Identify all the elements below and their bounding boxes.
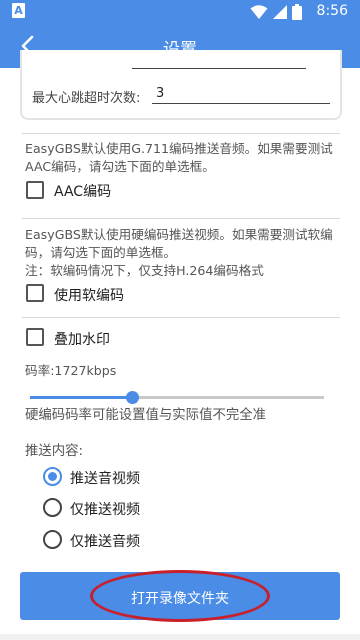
nav-edge [0,634,360,640]
bitrate-hint: 硬编码码率可能设置值与实际值不完全准 [25,408,267,423]
watermark-checkbox[interactable] [26,328,44,346]
radio-push-video-only-label[interactable]: 仅推送视频 [70,499,140,519]
notification-icon: A [12,3,25,18]
status-bar: A 8:56 [0,0,360,24]
heartbeat-timeout-input[interactable] [152,84,330,104]
open-recording-folder-label: 打开录像文件夹 [131,590,229,606]
status-time: 8:56 [316,3,348,19]
watermark-checkbox-label[interactable]: 叠加水印 [54,329,110,349]
bitrate-slider-thumb[interactable] [126,391,140,404]
radio-push-audio-only-label[interactable]: 仅推送音频 [70,531,140,551]
status-icons [250,4,302,20]
radio-push-audio-video-label[interactable]: 推送音视频 [70,468,140,488]
bitrate-label: 码率:1727kbps [25,363,117,378]
aac-checkbox-label[interactable]: AAC编码 [54,181,111,201]
signal-icon [273,5,287,19]
previous-field-underline [132,68,306,69]
audio-description: EasyGBS默认使用G.711编码推送音频。如果需要测试AAC编码，请勾选下面… [25,141,333,174]
bitrate-slider-fill [30,396,133,399]
push-content-label: 推送内容: [25,444,84,459]
soft-encode-checkbox[interactable] [26,284,44,302]
divider [22,133,340,134]
heartbeat-label: 最大心跳超时次数: [32,91,141,106]
radio-push-audio-video[interactable] [43,467,62,486]
video-note: 注：软编码情况下，仅支持H.264编码格式 [25,263,264,278]
battery-icon [292,4,302,20]
divider [22,218,340,219]
divider [22,317,340,318]
aac-checkbox[interactable] [26,181,44,199]
bitrate-slider[interactable] [30,396,324,399]
radio-push-audio-only[interactable] [43,530,62,549]
radio-push-video-only[interactable] [43,498,62,517]
open-recording-folder-button[interactable]: 打开录像文件夹 [20,572,340,620]
video-description: EasyGBS默认使用硬编码推送视频。如果需要测试软编码，请勾选下面的单选框。 [25,227,333,260]
soft-encode-checkbox-label[interactable]: 使用软编码 [54,285,124,305]
wifi-icon [250,5,268,19]
